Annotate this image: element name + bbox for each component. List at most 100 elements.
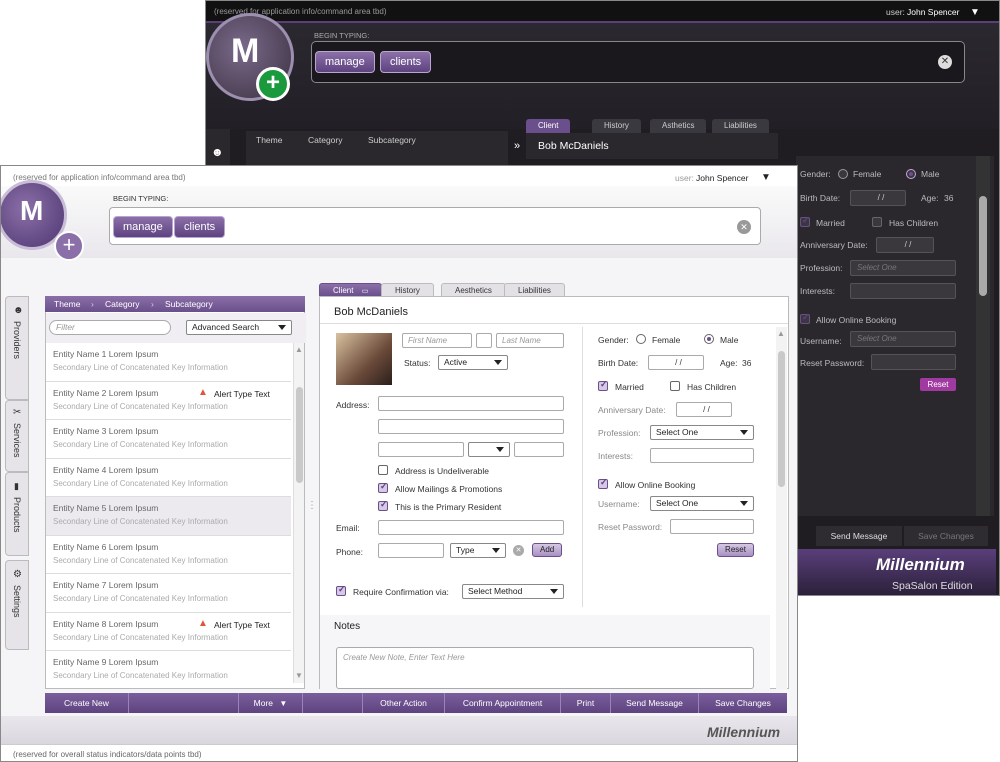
list-scroll-thumb[interactable]	[296, 387, 303, 483]
reset-button[interactable]: Reset	[717, 543, 754, 557]
send-message-button[interactable]: Send Message	[611, 693, 699, 713]
sidebar-tab-providers[interactable]: ☻ Providers	[5, 296, 29, 400]
state-select[interactable]	[468, 442, 510, 457]
other-action-button[interactable]: Other Action	[363, 693, 445, 713]
city-field[interactable]	[378, 442, 464, 457]
form-scrollbar[interactable]: ▲	[776, 327, 787, 689]
dark-interests-field[interactable]	[850, 283, 956, 299]
dark-send-message-button[interactable]: Send Message	[816, 526, 902, 546]
birth-date-field[interactable]: / /	[648, 355, 704, 370]
dark-smiley-icon[interactable]: ☻	[211, 145, 224, 159]
add-phone-button[interactable]: Add	[532, 543, 563, 557]
dark-children-checkbox[interactable]	[872, 217, 882, 227]
notes-textarea[interactable]: Create New Note, Enter Text Here	[336, 647, 754, 689]
primary-resident-checkbox[interactable]	[378, 499, 388, 511]
dark-tab-asthetics[interactable]: Asthetics	[650, 119, 707, 133]
require-confirmation-checkbox[interactable]	[336, 584, 346, 596]
dark-scrollbar[interactable]	[976, 156, 990, 516]
dark-crumb-category[interactable]: Category	[308, 135, 343, 145]
remove-phone-icon[interactable]: ✕	[513, 545, 524, 556]
user-name[interactable]: John Spencer	[696, 173, 748, 183]
tab-client[interactable]: Client ▭	[319, 283, 383, 296]
form-scroll-thumb[interactable]	[778, 351, 785, 487]
username-select[interactable]: Select One	[650, 496, 754, 511]
anniversary-field[interactable]: / /	[676, 402, 732, 417]
married-checkbox[interactable]	[598, 379, 608, 391]
dark-user-chevron-icon[interactable]: ▼	[970, 7, 980, 18]
dark-token-manage[interactable]: manage	[315, 51, 375, 73]
dark-username-select[interactable]: Select One	[850, 331, 956, 347]
list-item[interactable]: Entity Name 4 Lorem Ipsum Secondary Line…	[46, 459, 291, 497]
sidebar-tab-products[interactable]: ▮ Products	[5, 472, 29, 556]
tab-liabilities[interactable]: Liabilities	[504, 283, 565, 296]
zip-field[interactable]	[514, 442, 564, 457]
client-photo[interactable]	[336, 333, 392, 385]
female-radio[interactable]	[636, 334, 646, 344]
dark-reset-button[interactable]: Reset	[920, 378, 956, 391]
token-clients[interactable]: clients	[174, 216, 226, 238]
list-item[interactable]: Entity Name 9 Lorem Ipsum Secondary Line…	[46, 651, 291, 687]
more-button[interactable]: More ▼	[239, 693, 303, 713]
tab-history[interactable]: History	[381, 283, 434, 296]
online-booking-checkbox[interactable]	[598, 477, 608, 489]
command-input[interactable]: manage clients ✕	[109, 207, 761, 245]
dark-crumb-subcategory[interactable]: Subcategory	[368, 135, 416, 145]
print-button[interactable]: Print	[561, 693, 611, 713]
list-item[interactable]: Entity Name 8 Lorem Ipsum Secondary Line…	[46, 613, 291, 651]
interests-field[interactable]	[650, 448, 754, 463]
phone-type-select[interactable]: Type	[450, 543, 506, 558]
dark-female-radio[interactable]	[838, 169, 848, 179]
form-scroll-up-icon[interactable]: ▲	[777, 329, 785, 338]
list-item-selected[interactable]: Entity Name 5 Lorem Ipsum Secondary Line…	[46, 497, 291, 536]
status-select[interactable]: Active	[438, 355, 508, 370]
list-item[interactable]: Entity Name 1 Lorem Ipsum Secondary Line…	[46, 343, 291, 382]
has-children-checkbox[interactable]	[670, 381, 680, 391]
list-scrollbar[interactable]: ▲ ▼	[293, 343, 304, 683]
dark-male-radio[interactable]	[906, 169, 916, 179]
crumb-subcategory[interactable]: Subcategory	[165, 296, 213, 312]
dark-scroll-thumb[interactable]	[979, 196, 987, 296]
advanced-search-select[interactable]: Advanced Search	[186, 320, 292, 335]
mailings-checkbox[interactable]	[378, 481, 388, 493]
crumb-category[interactable]: Category	[105, 296, 140, 312]
add-icon[interactable]: +	[54, 231, 84, 261]
dark-tab-liabilities[interactable]: Liabilities	[712, 119, 769, 133]
dark-add-icon[interactable]: +	[256, 67, 290, 101]
clear-icon[interactable]: ✕	[737, 220, 751, 234]
splitter-handle-icon[interactable]: ⋮	[307, 501, 317, 511]
sidebar-tab-settings[interactable]: ⚙ Settings	[5, 560, 29, 650]
dark-tab-history[interactable]: History	[592, 119, 641, 133]
middle-initial-field[interactable]	[476, 333, 492, 348]
phone-field[interactable]	[378, 543, 444, 558]
dark-married-checkbox[interactable]	[800, 215, 810, 227]
scroll-up-icon[interactable]: ▲	[295, 345, 303, 354]
first-name-field[interactable]: First Name	[402, 333, 472, 348]
token-manage[interactable]: manage	[113, 216, 173, 238]
dark-online-booking-checkbox[interactable]	[800, 312, 810, 324]
email-field[interactable]	[378, 520, 564, 535]
list-item[interactable]: Entity Name 3 Lorem Ipsum Secondary Line…	[46, 420, 291, 459]
dark-clear-icon[interactable]: ✕	[938, 55, 952, 69]
dark-reset-password-field[interactable]	[871, 354, 956, 370]
sidebar-tab-services[interactable]: ✂ Services	[5, 400, 29, 472]
save-changes-button[interactable]: Save Changes	[699, 693, 787, 713]
dark-profession-select[interactable]: Select One	[850, 260, 956, 276]
dark-token-clients[interactable]: clients	[380, 51, 432, 73]
address-line1-field[interactable]	[378, 396, 564, 411]
dark-command-input[interactable]: manage clients ✕	[311, 41, 965, 83]
address-line2-field[interactable]	[378, 419, 564, 434]
tab-aesthetics[interactable]: Aesthetics	[441, 283, 506, 296]
reset-password-field[interactable]	[670, 519, 754, 534]
dark-user-name[interactable]: John Spencer	[907, 7, 959, 17]
undeliverable-checkbox[interactable]	[378, 465, 388, 475]
last-name-field[interactable]: Last Name	[496, 333, 564, 348]
dark-crumb-theme[interactable]: Theme	[256, 135, 282, 145]
dark-tab-client[interactable]: Client	[526, 119, 571, 133]
list-item[interactable]: Entity Name 7 Lorem Ipsum Secondary Line…	[46, 574, 291, 613]
confirmation-method-select[interactable]: Select Method	[462, 584, 564, 599]
profession-select[interactable]: Select One	[650, 425, 754, 440]
confirm-appointment-button[interactable]: Confirm Appointment	[445, 693, 561, 713]
crumb-theme[interactable]: Theme	[54, 296, 80, 312]
dark-anniversary-field[interactable]: / /	[876, 237, 934, 253]
filter-input[interactable]: Filter	[49, 320, 171, 335]
